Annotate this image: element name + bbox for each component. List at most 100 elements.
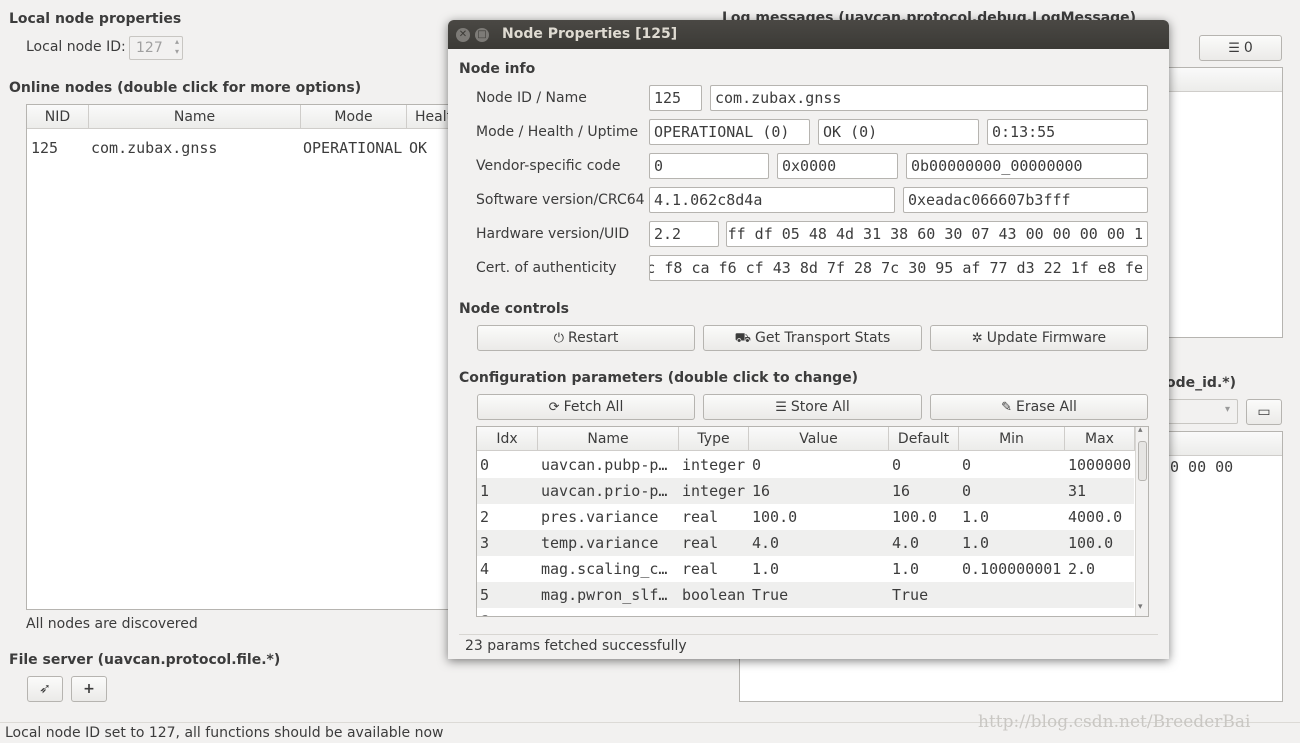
column-header-mode[interactable]: Mode xyxy=(301,105,407,129)
hardware-version-field[interactable]: 2.2 xyxy=(649,221,719,247)
param-name: mag.pwron_slf… xyxy=(541,586,668,604)
scroll-up-icon[interactable]: ▴ xyxy=(1138,427,1143,435)
param-default: 4.0 xyxy=(892,534,920,552)
scroll-thumb[interactable] xyxy=(1138,441,1147,481)
param-default: 0 xyxy=(892,456,902,474)
scroll-down-icon[interactable]: ▾ xyxy=(1138,602,1143,612)
param-header-max[interactable]: Max xyxy=(1065,427,1135,451)
param-min: 0.100000001 xyxy=(962,560,1062,578)
software-version-field[interactable]: 4.1.062c8d4a xyxy=(649,187,895,213)
truck-icon: ⛟ xyxy=(734,331,752,346)
rocket-button[interactable]: ➶ xyxy=(27,676,63,702)
param-max: 31 xyxy=(1068,482,1087,500)
table-row[interactable]: 0 uavcan.pubp-p… integer 0 0 0 1000000 xyxy=(477,452,1134,478)
param-idx: 2 xyxy=(480,508,490,526)
table-row[interactable]: 6 xyxy=(477,608,1134,616)
vendor-hex-field[interactable]: 0x0000 xyxy=(777,153,898,179)
label-mode-health-uptime: Mode / Health / Uptime xyxy=(476,124,639,140)
maximize-icon[interactable]: □ xyxy=(475,28,489,42)
vendor-bin-field[interactable]: 0b00000000_00000000 xyxy=(906,153,1148,179)
erase-all-label: Erase All xyxy=(1016,399,1077,415)
label-cert: Cert. of authenticity xyxy=(476,260,617,276)
folder-open-icon: ▭ xyxy=(1257,404,1271,420)
table-row[interactable]: 125 com.zubax.gnss OPERATIONAL OK xyxy=(27,135,455,161)
transport-stats-button[interactable]: ⛟ Get Transport Stats xyxy=(703,325,922,351)
param-value: 4.0 xyxy=(752,534,780,552)
column-header-nid[interactable]: NID xyxy=(27,105,89,129)
params-scrollbar[interactable]: ▴ ▾ xyxy=(1135,427,1148,616)
node-controls-title: Node controls xyxy=(459,301,569,317)
restart-button[interactable]: ⏻ Restart xyxy=(477,325,695,351)
crc64-field[interactable]: 0xeadac066607b3fff xyxy=(903,187,1148,213)
node-id-combobox[interactable]: ▾ xyxy=(1160,399,1238,424)
param-name: uavcan.prio-p… xyxy=(541,482,668,500)
param-max: 1000000 xyxy=(1068,456,1132,474)
store-all-button[interactable]: ☰ Store All xyxy=(703,394,922,420)
params-table[interactable]: Idx Name Type Value Default Min Max 0 uav… xyxy=(476,426,1149,617)
param-header-type[interactable]: Type xyxy=(679,427,749,451)
health-field[interactable]: OK (0) xyxy=(818,119,979,145)
param-type: integer xyxy=(682,482,746,500)
param-header-idx[interactable]: Idx xyxy=(477,427,538,451)
add-file-button[interactable]: + xyxy=(71,676,107,702)
update-firmware-button[interactable]: ✲ Update Firmware xyxy=(930,325,1148,351)
param-header-min[interactable]: Min xyxy=(959,427,1065,451)
param-max: 4000.0 xyxy=(1068,508,1123,526)
fetch-all-label: Fetch All xyxy=(563,399,624,415)
table-row[interactable]: 1 uavcan.prio-p… integer 16 16 0 31 xyxy=(477,478,1134,504)
power-icon: ⏻ xyxy=(553,331,564,346)
param-max: 2.0 xyxy=(1068,560,1096,578)
store-all-label: Store All xyxy=(790,399,850,415)
cert-field[interactable]: c f8 ca f6 cf 43 8d 7f 28 7c 30 95 af 77… xyxy=(649,255,1148,281)
param-idx: 5 xyxy=(480,586,490,604)
param-type: boolean xyxy=(682,586,746,604)
erase-all-button[interactable]: ✎ Erase All xyxy=(930,394,1148,420)
local-node-title: Local node properties xyxy=(9,11,182,27)
node-properties-dialog: ✕ □ Node Properties [125] Node info Node… xyxy=(448,20,1169,659)
online-nodes-title: Online nodes (double click for more opti… xyxy=(9,80,362,96)
local-node-id-spinbox[interactable]: 127 ▴ ▾ xyxy=(129,36,183,60)
vendor-dec-field[interactable]: 0 xyxy=(649,153,769,179)
param-value: True xyxy=(752,586,789,604)
node-id-field[interactable]: 125 xyxy=(649,85,702,111)
param-value: 0 xyxy=(752,456,762,474)
param-idx: 1 xyxy=(480,482,490,500)
param-value: 100.0 xyxy=(752,508,798,526)
node-info-title: Node info xyxy=(459,61,536,77)
uptime-field[interactable]: 0:13:55 xyxy=(987,119,1148,145)
param-header-value[interactable]: Value xyxy=(749,427,889,451)
param-header-name[interactable]: Name xyxy=(538,427,679,451)
param-min: 0 xyxy=(962,456,972,474)
param-header-default[interactable]: Default xyxy=(889,427,959,451)
label-vendor-code: Vendor-specific code xyxy=(476,158,621,174)
table-row[interactable]: 4 mag.scaling_c… real 1.0 1.0 0.100000001 2.0 xyxy=(477,556,1134,582)
node-name: com.zubax.gnss xyxy=(91,139,218,157)
column-header-name[interactable]: Name xyxy=(89,105,301,129)
online-nodes-table[interactable]: NID Name Mode Healt 125 com.zubax.gnss O… xyxy=(26,104,457,610)
transport-stats-label: Get Transport Stats xyxy=(755,330,891,346)
label-software-version: Software version/CRC64 xyxy=(476,192,645,208)
eraser-icon: ✎ xyxy=(1001,400,1012,415)
log-count-button[interactable]: ☰ 0 xyxy=(1199,35,1282,61)
fetch-all-button[interactable]: ⟳ Fetch All xyxy=(477,394,695,420)
dialog-titlebar[interactable]: ✕ □ Node Properties [125] xyxy=(448,20,1169,49)
param-name: mag.scaling_c… xyxy=(541,560,668,578)
table-row[interactable]: 2 pres.variance real 100.0 100.0 1.0 4000.0 xyxy=(477,504,1134,530)
plus-icon: + xyxy=(83,681,95,697)
table-row[interactable]: 5 mag.pwron_slf… boolean True True xyxy=(477,582,1134,608)
node-name-field[interactable]: com.zubax.gnss xyxy=(710,85,1148,111)
close-icon[interactable]: ✕ xyxy=(456,28,470,42)
uid-field[interactable]: 1 ff df 05 48 4d 31 38 60 30 07 43 00 00… xyxy=(726,221,1148,247)
param-value: 1.0 xyxy=(752,560,780,578)
param-type: real xyxy=(682,534,719,552)
mode-field[interactable]: OPERATIONAL (0) xyxy=(649,119,810,145)
param-default: 1.0 xyxy=(892,560,920,578)
param-max: 100.0 xyxy=(1068,534,1114,552)
local-node-id-label: Local node ID: xyxy=(26,39,126,55)
open-folder-button[interactable]: ▭ xyxy=(1246,399,1282,425)
table-row[interactable]: 3 temp.variance real 4.0 4.0 1.0 100.0 xyxy=(477,530,1134,556)
log-messages-panel[interactable] xyxy=(1160,67,1283,338)
param-type: real xyxy=(682,508,719,526)
spin-arrows-icon[interactable]: ▴ ▾ xyxy=(175,37,179,57)
label-node-id-name: Node ID / Name xyxy=(476,90,587,106)
